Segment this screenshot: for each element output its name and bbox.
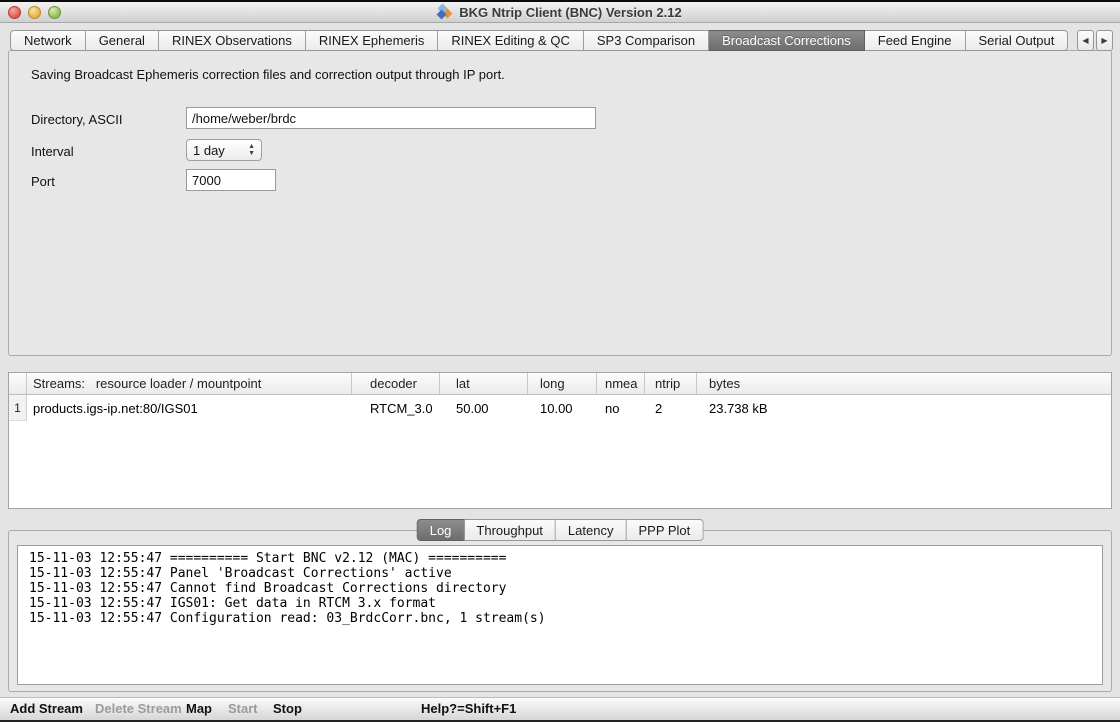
- help-shortcut-label: Help?=Shift+F1: [421, 701, 516, 716]
- app-window: BKG Ntrip Client (BNC) Version 2.12 Netw…: [0, 0, 1120, 722]
- directory-ascii-label: Directory, ASCII: [31, 112, 123, 127]
- interval-select[interactable]: 1 day ▲▼: [186, 139, 262, 161]
- port-input[interactable]: [186, 169, 276, 191]
- header-bytes: bytes: [697, 373, 1111, 394]
- log-output[interactable]: 15-11-03 12:55:47 ========== Start BNC v…: [17, 545, 1103, 685]
- log-panel: 15-11-03 12:55:47 ========== Start BNC v…: [8, 530, 1112, 692]
- chevron-right-icon: ▶: [1101, 36, 1107, 45]
- tab-rinex-observations[interactable]: RINEX Observations: [159, 30, 306, 51]
- start-button: Start: [228, 701, 258, 716]
- header-nmea: nmea: [597, 373, 645, 394]
- close-window-button[interactable]: [8, 6, 21, 19]
- streams-table: Streams: resource loader / mountpoint de…: [8, 372, 1112, 509]
- streams-table-header: Streams: resource loader / mountpoint de…: [9, 373, 1111, 395]
- log-line: 15-11-03 12:55:47 ========== Start BNC v…: [29, 551, 1102, 566]
- cell-mountpoint: products.igs-ip.net:80/IGS01: [27, 395, 352, 421]
- tab-network[interactable]: Network: [10, 30, 86, 51]
- log-line: 15-11-03 12:55:47 Configuration read: 03…: [29, 611, 1102, 626]
- tab-scroll-left-button[interactable]: ◀: [1077, 30, 1094, 51]
- header-lat: lat: [440, 373, 528, 394]
- cell-lat: 50.00: [440, 395, 528, 421]
- tab-ppp-plot[interactable]: PPP Plot: [626, 519, 703, 541]
- tab-log[interactable]: Log: [417, 519, 465, 541]
- log-line: 15-11-03 12:55:47 Panel 'Broadcast Corre…: [29, 566, 1102, 581]
- chevron-left-icon: ◀: [1082, 36, 1088, 45]
- directory-ascii-input[interactable]: [186, 107, 596, 129]
- stepper-arrows-icon: ▲▼: [248, 143, 255, 157]
- delete-stream-button: Delete Stream: [95, 701, 182, 716]
- log-tabbar: Log Throughput Latency PPP Plot: [417, 519, 704, 541]
- interval-label: Interval: [31, 144, 74, 159]
- tab-broadcast-corrections[interactable]: Broadcast Corrections: [709, 30, 865, 51]
- header-decoder: decoder: [352, 373, 440, 394]
- cell-long: 10.00: [528, 395, 597, 421]
- broadcast-corrections-pane: Saving Broadcast Ephemeris correction fi…: [8, 50, 1112, 356]
- stream-row[interactable]: 1 products.igs-ip.net:80/IGS01 RTCM_3.0 …: [9, 395, 1111, 421]
- tab-sp3-comparison[interactable]: SP3 Comparison: [584, 30, 709, 51]
- cell-nmea: no: [597, 395, 645, 421]
- tab-serial-output[interactable]: Serial Output: [966, 30, 1069, 51]
- map-button[interactable]: Map: [186, 701, 212, 716]
- main-tabbar: Network General RINEX Observations RINEX…: [10, 30, 1068, 51]
- pane-description: Saving Broadcast Ephemeris correction fi…: [31, 67, 505, 82]
- log-line: 15-11-03 12:55:47 Cannot find Broadcast …: [29, 581, 1102, 596]
- bnc-app-icon: [438, 5, 453, 19]
- bottom-action-bar: Add Stream Delete Stream Map Start Stop …: [0, 697, 1120, 720]
- tab-scroll-right-button[interactable]: ▶: [1096, 30, 1113, 51]
- minimize-window-button[interactable]: [28, 6, 41, 19]
- tab-rinex-ephemeris[interactable]: RINEX Ephemeris: [306, 30, 438, 51]
- tab-general[interactable]: General: [86, 30, 159, 51]
- header-long: long: [528, 373, 597, 394]
- port-label: Port: [31, 174, 55, 189]
- tab-latency[interactable]: Latency: [556, 519, 627, 541]
- add-stream-button[interactable]: Add Stream: [10, 701, 83, 716]
- tab-throughput[interactable]: Throughput: [464, 519, 556, 541]
- tab-feed-engine[interactable]: Feed Engine: [865, 30, 966, 51]
- cell-decoder: RTCM_3.0: [352, 395, 440, 421]
- tab-rinex-editing-qc[interactable]: RINEX Editing & QC: [438, 30, 584, 51]
- window-controls: [8, 6, 61, 19]
- row-number-header: [9, 373, 27, 394]
- log-line: 15-11-03 12:55:47 IGS01: Get data in RTC…: [29, 596, 1102, 611]
- header-mountpoint: Streams: resource loader / mountpoint: [27, 373, 352, 394]
- row-number: 1: [9, 395, 27, 421]
- titlebar: BKG Ntrip Client (BNC) Version 2.12: [0, 2, 1120, 23]
- interval-selected-value: 1 day: [193, 143, 225, 158]
- zoom-window-button[interactable]: [48, 6, 61, 19]
- window-title: BKG Ntrip Client (BNC) Version 2.12: [459, 5, 681, 20]
- cell-ntrip: 2: [645, 395, 697, 421]
- tab-scrollers: ◀ ▶: [1077, 30, 1113, 51]
- header-ntrip: ntrip: [645, 373, 697, 394]
- cell-bytes: 23.738 kB: [697, 395, 1111, 421]
- stop-button[interactable]: Stop: [273, 701, 302, 716]
